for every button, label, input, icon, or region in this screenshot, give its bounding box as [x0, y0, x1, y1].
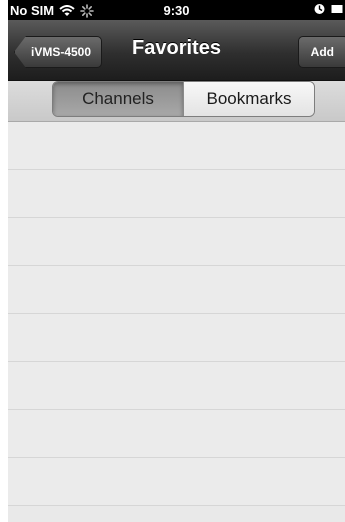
add-button[interactable]: Add [297, 36, 345, 68]
list-row [8, 458, 345, 506]
status-bar: No SIM 9:30 [8, 0, 345, 20]
status-right [314, 3, 343, 15]
list-row [8, 314, 345, 362]
bookmarks-segment[interactable]: Bookmarks [183, 82, 314, 116]
list-row [8, 170, 345, 218]
segmented-control: Channels Bookmarks [52, 81, 315, 117]
status-time: 9:30 [163, 3, 190, 18]
battery-icon [331, 3, 343, 15]
favorites-list [8, 122, 345, 522]
channels-segment[interactable]: Channels [53, 82, 183, 116]
app-screen: No SIM 9:30 iVMS-4500 Favorites Add Chan… [8, 0, 345, 522]
navigation-bar: iVMS-4500 Favorites Add [8, 20, 345, 81]
list-row [8, 266, 345, 314]
lock-icon [314, 3, 325, 15]
list-row [8, 218, 345, 266]
segment-bar: Channels Bookmarks [8, 81, 345, 122]
list-row [8, 410, 345, 458]
page-title: Favorites [132, 37, 221, 59]
list-row [8, 362, 345, 410]
list-row [8, 122, 345, 170]
